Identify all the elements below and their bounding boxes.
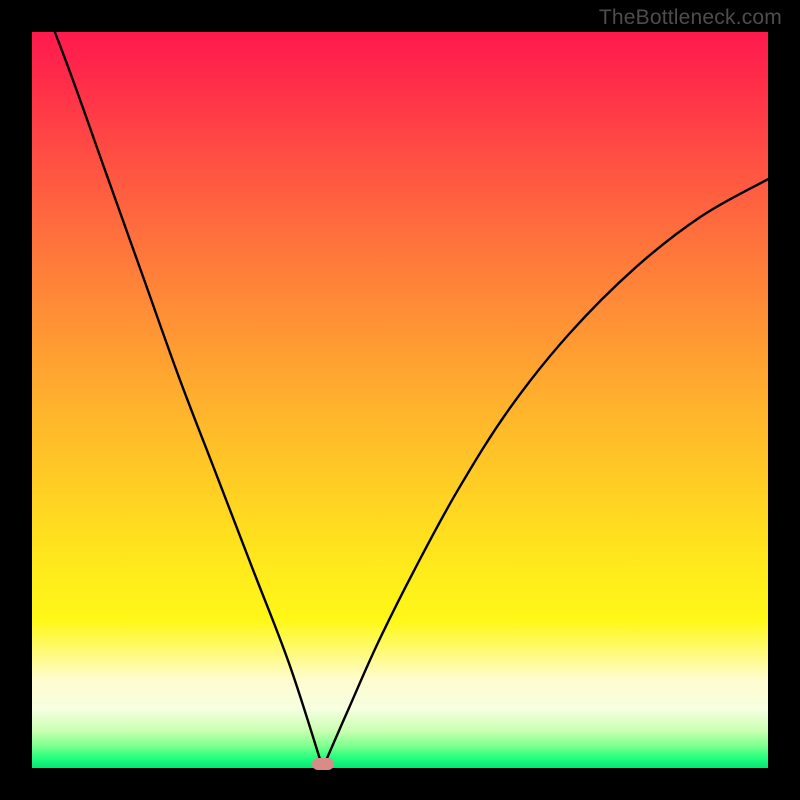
curve-left-branch — [32, 0, 323, 768]
bottleneck-curve — [32, 32, 768, 768]
plot-area — [32, 32, 768, 768]
chart-frame: TheBottleneck.com — [0, 0, 800, 800]
curve-right-branch — [323, 179, 768, 768]
watermark-text: TheBottleneck.com — [599, 6, 782, 30]
optimum-marker — [312, 758, 334, 770]
